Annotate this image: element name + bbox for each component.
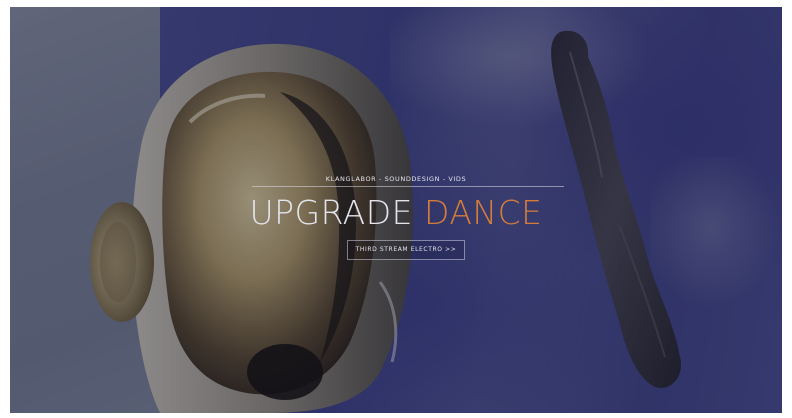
hero-section: KLANGLABOR - SOUNDDESIGN - VIDS UPGRADE … bbox=[10, 7, 782, 413]
divider bbox=[252, 186, 564, 187]
hero-title-primary: UPGRADE bbox=[249, 193, 414, 232]
hero-title-accent: DANCE bbox=[424, 193, 543, 232]
hero-content: KLANGLABOR - SOUNDDESIGN - VIDS UPGRADE … bbox=[10, 7, 782, 413]
hero-title: UPGRADE DANCE bbox=[10, 193, 782, 233]
hero-tagline: KLANGLABOR - SOUNDDESIGN - VIDS bbox=[325, 175, 467, 183]
third-stream-electro-button[interactable]: THIRD STREAM ELECTRO >> bbox=[347, 240, 465, 260]
